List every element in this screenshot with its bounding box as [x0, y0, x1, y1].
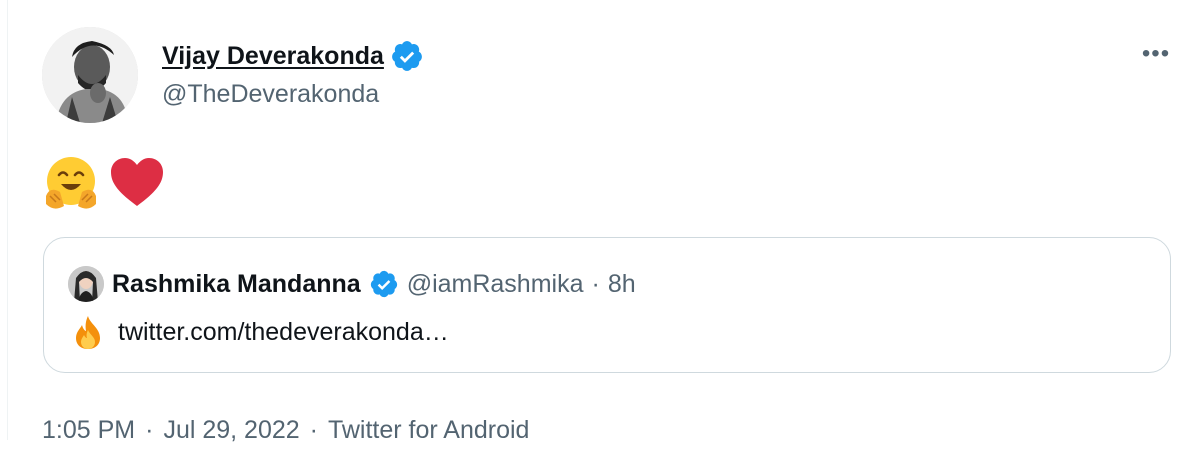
quoted-tweet-text[interactable]: twitter.com/thedeverakonda…: [118, 318, 449, 347]
more-horizontal-icon: •••: [1141, 40, 1171, 67]
author-name-row: Vijay Deverakonda: [162, 36, 424, 76]
quoted-separator: ·: [591, 269, 600, 298]
author-display-name[interactable]: Vijay Deverakonda: [162, 42, 384, 71]
quoted-tweet-body: twitter.com/thedeverakonda…: [70, 312, 449, 352]
quoted-author-avatar[interactable]: [68, 266, 104, 302]
tweet-date[interactable]: Jul 29, 2022: [163, 416, 299, 445]
author-avatar[interactable]: [42, 27, 138, 123]
meta-separator-2: ·: [309, 415, 318, 444]
meta-separator: ·: [145, 415, 154, 444]
tweet-body: [42, 154, 166, 212]
hugging-face-emoji-icon: [42, 154, 100, 212]
tweet-meta: 1:05 PM · Jul 29, 2022 · Twitter for And…: [42, 410, 529, 450]
quoted-author-display-name: Rashmika Mandanna: [112, 269, 361, 298]
fire-emoji-icon: [70, 314, 106, 350]
more-options-button[interactable]: •••: [1138, 38, 1174, 70]
verified-badge-icon: [390, 39, 424, 73]
tweet-source[interactable]: Twitter for Android: [328, 416, 529, 445]
quoted-tweet-header: Rashmika Mandanna @iamRashmika · 8h: [68, 266, 636, 302]
author-handle[interactable]: @TheDeverakonda: [162, 80, 379, 109]
quoted-tweet-card[interactable]: Rashmika Mandanna @iamRashmika · 8h twit…: [43, 237, 1171, 373]
tweet-time[interactable]: 1:05 PM: [42, 416, 135, 445]
timeline-divider: [7, 0, 8, 440]
quoted-timestamp[interactable]: 8h: [608, 270, 636, 299]
red-heart-emoji-icon: [108, 154, 166, 212]
quoted-author-handle: @iamRashmika: [406, 269, 584, 298]
quoted-verified-badge-icon: [369, 269, 399, 299]
